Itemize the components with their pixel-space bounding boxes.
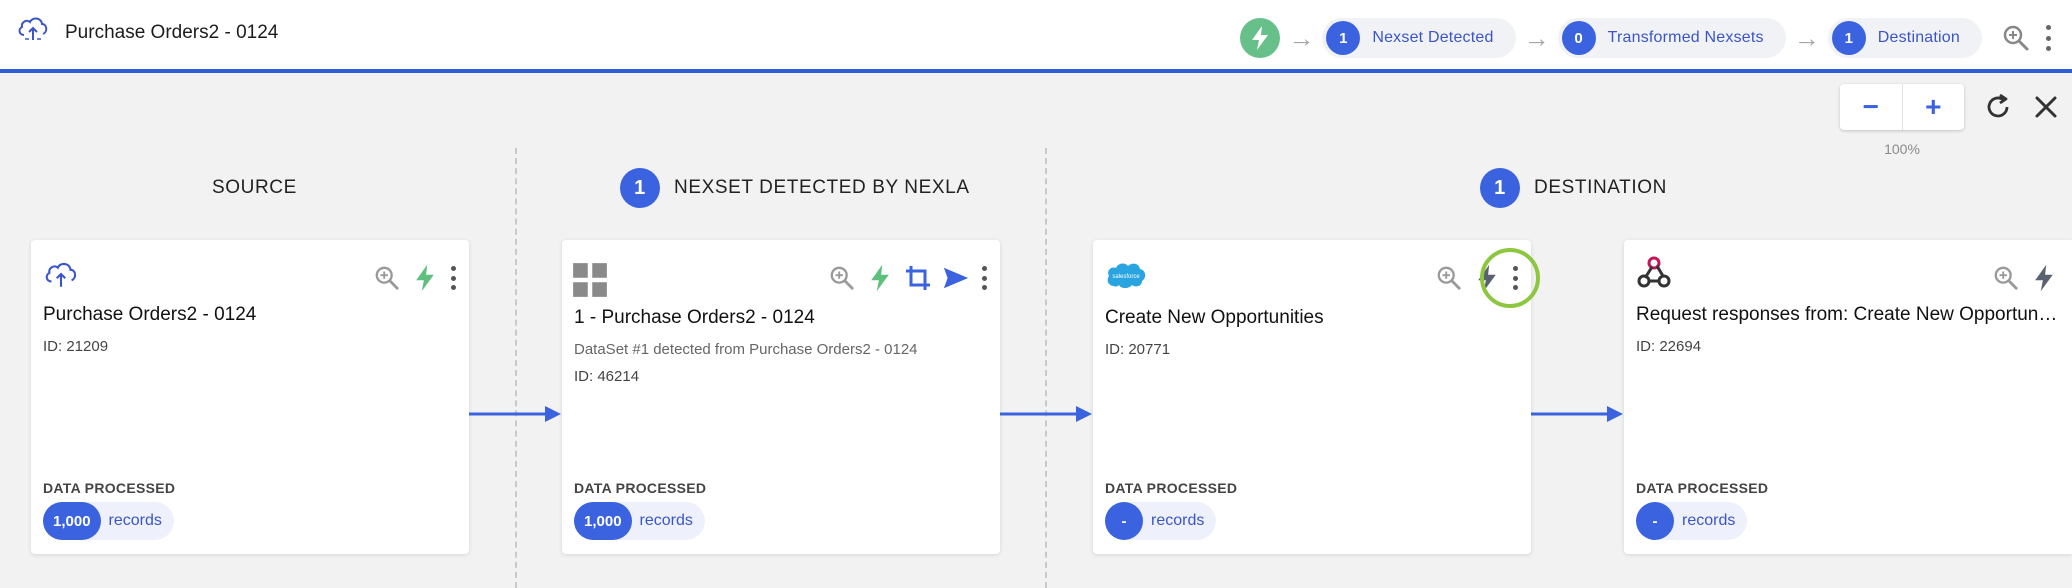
search-icon[interactable]	[828, 263, 856, 293]
search-icon[interactable]	[1435, 263, 1463, 293]
records-badge: - records	[1636, 502, 1748, 540]
zoom-level: 100%	[1884, 141, 1920, 157]
arrow-right-icon: →	[1793, 22, 1820, 53]
records-badge: 1,000 records	[574, 502, 705, 540]
zoom-controls: − +	[1840, 84, 1964, 130]
connector-arrow	[469, 406, 561, 422]
card-actions	[828, 260, 988, 296]
column-divider	[515, 148, 517, 588]
column-count-badge: 1	[620, 168, 660, 208]
records-label: records	[1682, 512, 1736, 529]
kebab-menu-icon[interactable]	[449, 266, 457, 290]
step-label: Destination	[1877, 29, 1960, 46]
column-header-destination: 1 DESTINATION	[1480, 168, 1667, 208]
step-count-badge: 0	[1561, 21, 1596, 55]
card-id: ID: 22694	[1636, 338, 1702, 355]
step-label: Transformed Nexsets	[1607, 29, 1764, 46]
column-header-source: SOURCE	[212, 168, 297, 208]
card-id: ID: 21209	[43, 338, 109, 355]
arrow-right-icon: →	[1288, 22, 1315, 53]
step-nexset-detected[interactable]: 1 Nexset Detected	[1322, 18, 1516, 58]
pipeline-steps: → 1 Nexset Detected → 0 Transformed Nexs…	[1240, 18, 2052, 58]
step-transformed-nexsets[interactable]: 0 Transformed Nexsets	[1557, 18, 1786, 58]
records-label: records	[1151, 512, 1205, 529]
records-label: records	[639, 512, 693, 529]
zoom-in-button[interactable]: +	[1901, 84, 1965, 130]
step-count-badge: 1	[1326, 21, 1361, 55]
card-title: Purchase Orders2 - 0124	[43, 304, 257, 325]
card-title: Request responses from: Create New Oppor…	[1636, 304, 2060, 325]
source-card[interactable]: Purchase Orders2 - 0124 ID: 21209 DATA P…	[31, 240, 469, 554]
search-icon[interactable]	[1992, 263, 2020, 293]
records-badge: 1,000 records	[43, 502, 174, 540]
column-header-label: DESTINATION	[1534, 177, 1667, 198]
nexset-card[interactable]: 1 - Purchase Orders2 - 0124 DataSet #1 d…	[562, 240, 1000, 554]
data-processed-label: DATA PROCESSED	[1105, 480, 1238, 496]
send-icon[interactable]	[942, 263, 970, 293]
card-title: 1 - Purchase Orders2 - 0124	[574, 307, 815, 328]
connector-arrow	[1000, 406, 1092, 422]
crop-transform-icon[interactable]	[904, 263, 932, 293]
cloud-upload-icon	[45, 262, 77, 287]
data-processed-label: DATA PROCESSED	[574, 480, 707, 496]
records-label: records	[108, 512, 162, 529]
kebab-menu-icon[interactable]	[2044, 25, 2052, 51]
arrow-right-icon: →	[1523, 22, 1550, 53]
column-header-label: SOURCE	[212, 177, 297, 198]
records-badge: - records	[1105, 502, 1217, 540]
refresh-icon[interactable]	[1983, 92, 2013, 122]
destination-card[interactable]: salesforce Create New Opportunities ID: …	[1093, 240, 1531, 554]
column-divider	[1045, 148, 1047, 588]
records-count: 1,000	[43, 502, 101, 540]
data-processed-label: DATA PROCESSED	[43, 480, 176, 496]
cloud-upload-icon	[18, 17, 48, 40]
column-header-nexset: 1 NEXSET DETECTED BY NEXLA	[620, 168, 970, 208]
card-subtitle: DataSet #1 detected from Purchase Orders…	[574, 341, 918, 358]
card-id: ID: 46214	[574, 368, 640, 385]
page-title: Purchase Orders2 - 0124	[65, 22, 279, 43]
salesforce-logo-text: salesforce	[1112, 274, 1140, 280]
search-icon[interactable]	[2002, 24, 2030, 52]
step-destination[interactable]: 1 Destination	[1827, 18, 1982, 58]
card-id: ID: 20771	[1105, 341, 1171, 358]
kebab-menu-icon[interactable]	[980, 266, 988, 290]
column-header-label: NEXSET DETECTED BY NEXLA	[674, 177, 970, 198]
lightning-bolt-icon[interactable]	[866, 263, 894, 293]
salesforce-logo-icon: salesforce	[1107, 263, 1146, 288]
records-count: -	[1636, 502, 1674, 540]
card-actions	[1992, 260, 2058, 296]
records-count: 1,000	[574, 502, 632, 540]
pipeline-status-button[interactable]	[1240, 18, 1281, 58]
highlight-ring	[1480, 248, 1540, 308]
zoom-out-button[interactable]: −	[1840, 84, 1902, 130]
card-actions	[373, 260, 457, 296]
column-count-badge: 1	[1480, 168, 1520, 208]
app-header: Purchase Orders2 - 0124 → 1 Nexset Detec…	[0, 0, 2072, 73]
webhook-icon	[1637, 256, 1671, 288]
records-count: -	[1105, 502, 1143, 540]
lightning-bolt-icon[interactable]	[2030, 263, 2058, 293]
card-title: Create New Opportunities	[1105, 307, 1324, 328]
data-processed-label: DATA PROCESSED	[1636, 480, 1769, 496]
lightning-bolt-icon[interactable]	[411, 263, 439, 293]
step-count-badge: 1	[1831, 21, 1866, 55]
grid-icon	[573, 263, 607, 297]
webhook-destination-card[interactable]: Request responses from: Create New Oppor…	[1624, 240, 2072, 554]
lightning-bolt-icon	[1252, 26, 1269, 50]
close-icon[interactable]	[2031, 92, 2061, 122]
search-icon[interactable]	[373, 263, 401, 293]
step-label: Nexset Detected	[1372, 29, 1494, 46]
connector-arrow	[1531, 406, 1623, 422]
